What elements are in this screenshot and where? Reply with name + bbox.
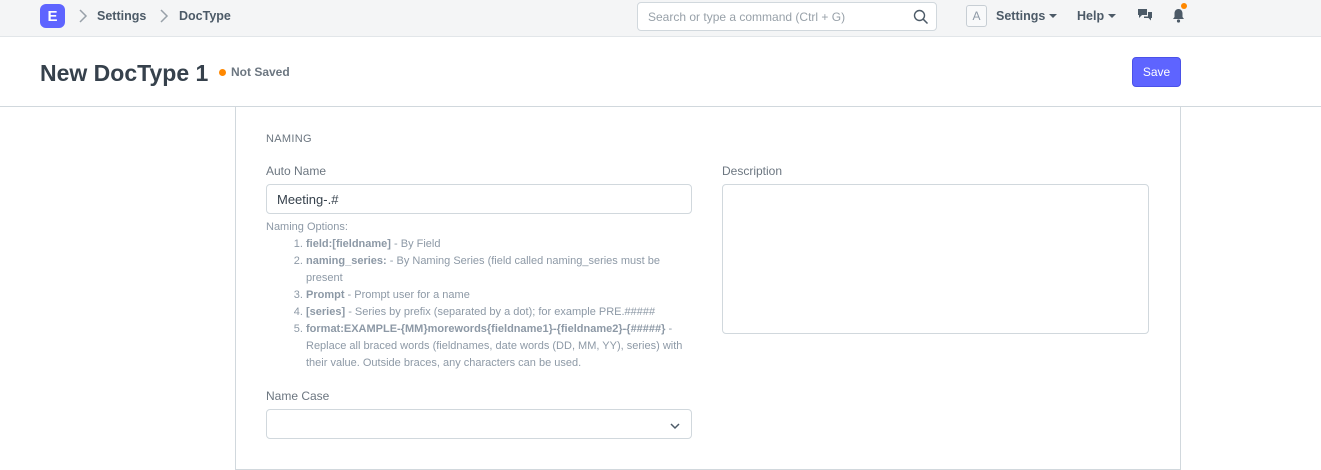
navbar: E Settings DocType Search or type a comm… (0, 0, 1321, 37)
option-key: Prompt (306, 289, 345, 301)
naming-options-help: Naming Options: field:[fieldname] - By F… (266, 219, 696, 372)
name-case-label: Name Case (266, 389, 330, 403)
chevron-right-icon (77, 9, 89, 23)
avatar[interactable]: A (966, 5, 987, 27)
help-dropdown-label: Help (1077, 9, 1105, 23)
description-textarea[interactable] (722, 184, 1149, 334)
option-text: - Series by prefix (separated by a dot);… (345, 306, 656, 318)
list-item: format:EXAMPLE-{MM}morewords{fieldname1}… (306, 321, 696, 372)
list-item: field:[fieldname] - By Field (306, 236, 696, 253)
section-title: NAMING (266, 133, 312, 145)
option-key: field:[fieldname] (306, 238, 391, 250)
list-item: Prompt - Prompt user for a name (306, 287, 696, 304)
option-text: - By Field (390, 238, 441, 250)
name-case-select[interactable] (266, 409, 692, 439)
auto-name-label: Auto Name (266, 164, 327, 178)
save-button[interactable]: Save (1132, 57, 1181, 87)
notification-badge (1181, 3, 1187, 9)
app-logo[interactable]: E (40, 4, 65, 28)
breadcrumb-doctype[interactable]: DocType (179, 9, 231, 23)
breadcrumb-settings[interactable]: Settings (97, 9, 146, 23)
option-key: [series] (306, 306, 346, 318)
search-input[interactable]: Search or type a command (Ctrl + G) (637, 2, 937, 31)
option-key: naming_series: (306, 255, 387, 267)
chat-icon[interactable] (1137, 8, 1153, 22)
search-placeholder: Search or type a command (Ctrl + G) (648, 10, 846, 24)
status-indicator-dot (219, 69, 226, 76)
bell-icon[interactable] (1172, 8, 1185, 23)
caret-down-icon (1049, 13, 1058, 18)
auto-name-field[interactable]: Meeting-.# (266, 184, 692, 214)
option-text: - Prompt user for a name (344, 289, 470, 301)
chevron-right-icon (158, 9, 170, 23)
caret-down-icon (1108, 13, 1117, 18)
chevron-down-icon (669, 419, 681, 431)
settings-dropdown[interactable]: Settings (996, 9, 1058, 23)
naming-options-heading: Naming Options: (266, 221, 348, 233)
settings-dropdown-label: Settings (996, 9, 1046, 23)
search-icon[interactable] (913, 9, 929, 25)
naming-options-list: field:[fieldname] - By Field naming_seri… (306, 236, 696, 372)
status-badge: Not Saved (231, 65, 290, 79)
page-title: New DocType 1 (40, 60, 209, 86)
page-head: New DocType 1 Not Saved Save (0, 38, 1321, 107)
auto-name-value: Meeting-.# (277, 192, 339, 207)
list-item: [series] - Series by prefix (separated b… (306, 304, 696, 321)
help-dropdown[interactable]: Help (1077, 9, 1117, 23)
list-item: naming_series: - By Naming Series (field… (306, 253, 696, 287)
description-label: Description (722, 164, 783, 178)
option-key: format:EXAMPLE-{MM}morewords{fieldname1}… (306, 323, 666, 335)
